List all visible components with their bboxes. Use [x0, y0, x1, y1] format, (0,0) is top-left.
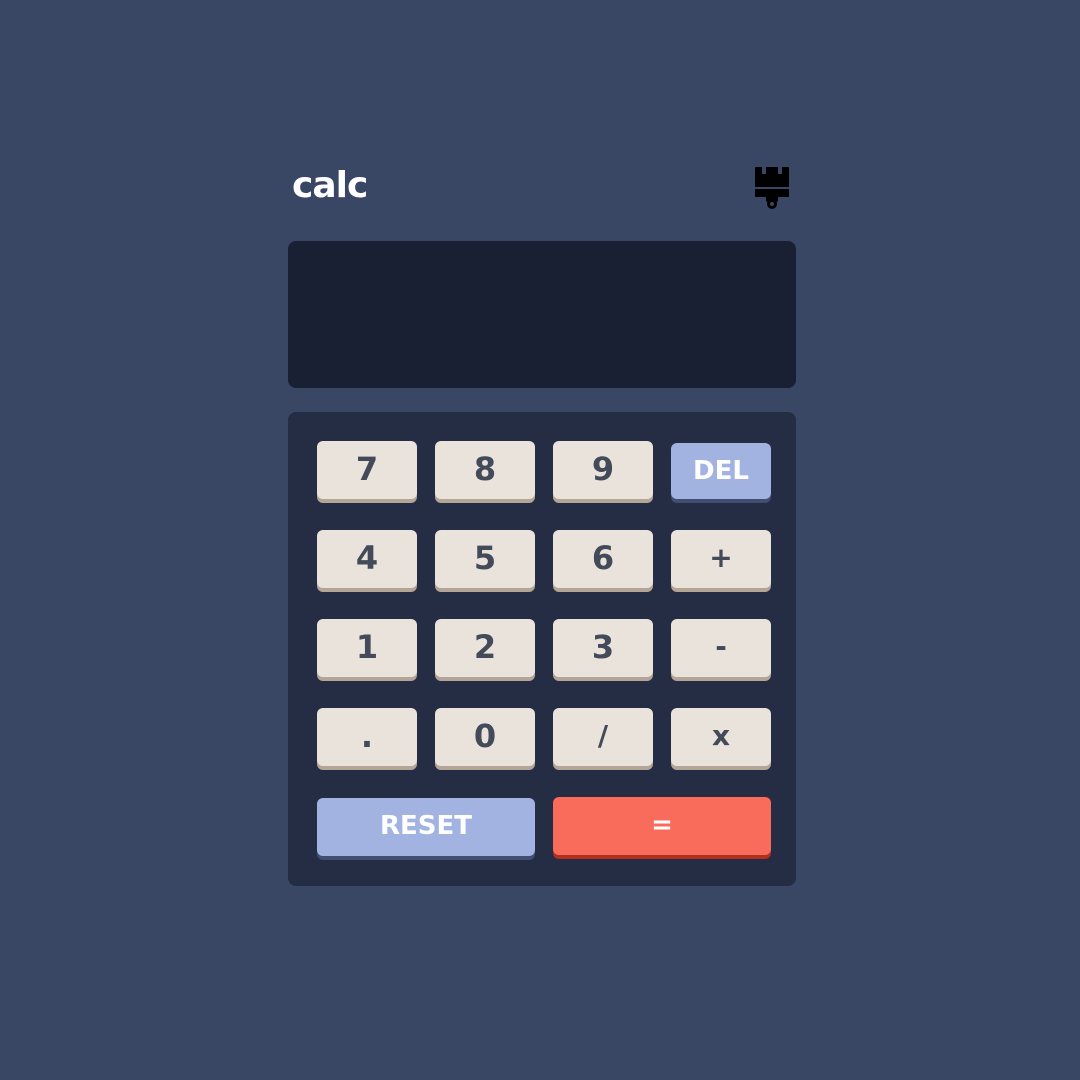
key-6[interactable]: 6: [553, 530, 653, 588]
theme-toggle-button[interactable]: [752, 163, 792, 211]
decimal-button[interactable]: .: [317, 708, 417, 766]
display-screen: [288, 241, 796, 388]
plus-button[interactable]: +: [671, 530, 771, 588]
reset-button[interactable]: RESET: [317, 798, 535, 856]
keypad: 7 8 9 DEL 4 5 6 + 1 2 3 - . 0 / x RESET …: [288, 412, 796, 886]
delete-button[interactable]: DEL: [671, 443, 771, 499]
multiply-button[interactable]: x: [671, 708, 771, 766]
key-9[interactable]: 9: [553, 441, 653, 499]
key-3[interactable]: 3: [553, 619, 653, 677]
header: calc: [288, 160, 796, 216]
calculator-app: calc 7 8 9 DEL 4 5 6 + 1 2 3 - . 0 / x R…: [288, 160, 796, 886]
app-title: calc: [292, 165, 368, 206]
key-1[interactable]: 1: [317, 619, 417, 677]
key-8[interactable]: 8: [435, 441, 535, 499]
key-0[interactable]: 0: [435, 708, 535, 766]
key-5[interactable]: 5: [435, 530, 535, 588]
key-4[interactable]: 4: [317, 530, 417, 588]
divide-button[interactable]: /: [553, 708, 653, 766]
minus-button[interactable]: -: [671, 619, 771, 677]
equals-button[interactable]: =: [553, 797, 771, 855]
key-2[interactable]: 2: [435, 619, 535, 677]
key-7[interactable]: 7: [317, 441, 417, 499]
paintbrush-icon: [755, 167, 789, 209]
